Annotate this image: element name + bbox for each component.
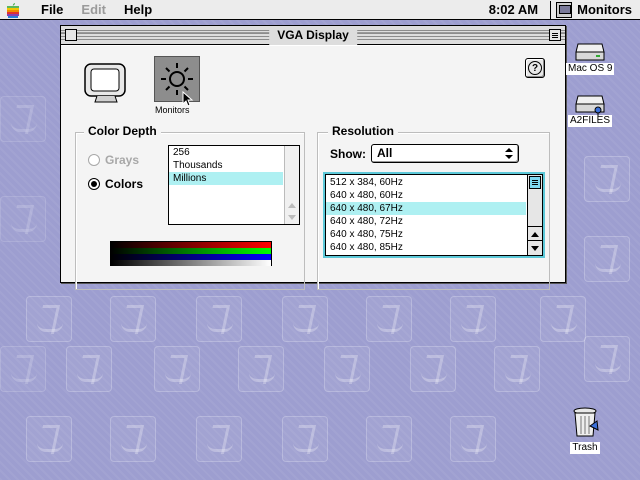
scroll-up-arrow-icon[interactable] [288, 203, 296, 208]
desktop-face-icon [450, 296, 496, 342]
desktop-icon-label: Trash [570, 442, 600, 454]
desktop-face-icon [282, 296, 328, 342]
menu-edit[interactable]: Edit [72, 0, 115, 20]
desktop-face-icon [110, 416, 156, 462]
hard-disk-icon [574, 40, 606, 62]
colors-radio[interactable]: Colors [88, 177, 143, 191]
application-menu-label: Monitors [577, 2, 632, 17]
desktop-face-icon [26, 416, 72, 462]
mouse-pointer-icon [182, 90, 194, 110]
menu-help[interactable]: Help [115, 0, 161, 20]
help-button[interactable]: ? [525, 58, 545, 78]
application-menu[interactable]: Monitors [550, 0, 640, 19]
list-item[interactable]: 256 [169, 146, 283, 159]
show-popup-value: All [377, 146, 393, 160]
help-question-icon: ? [528, 61, 542, 75]
list-item[interactable]: 640 x 480, 75Hz [326, 228, 526, 241]
trash-icon [570, 406, 600, 441]
list-item[interactable]: 640 x 480, 60Hz [326, 189, 526, 202]
resolution-scrollbar[interactable] [527, 175, 542, 255]
show-label: Show: [330, 147, 366, 161]
close-box[interactable] [65, 29, 77, 41]
desktop-face-icon [66, 346, 112, 392]
monitor-app-icon [556, 1, 573, 18]
scroll-up-arrow-icon[interactable] [531, 232, 539, 237]
desktop-face-icon [110, 296, 156, 342]
desktop-icon-macos9[interactable]: Mac OS 9 [566, 40, 615, 75]
grays-radio-label: Grays [105, 153, 140, 167]
desktop-icon-a2files[interactable]: A2FILES [568, 92, 613, 127]
menu-clock[interactable]: 8:02 AM [477, 2, 550, 17]
window-title-bar[interactable]: VGA Display [61, 26, 565, 45]
collapse-box[interactable] [549, 29, 561, 41]
vga-display-window: VGA Display Monitors ? Color Depth Grays… [60, 25, 566, 290]
color-depth-list[interactable]: 256 Thousands Millions [168, 145, 300, 225]
window-title: VGA Display [269, 26, 357, 45]
scroll-thumb[interactable] [529, 176, 541, 189]
desktop-face-icon [324, 346, 370, 392]
desktop-face-icon [584, 156, 630, 202]
network-disk-icon [574, 92, 606, 116]
color-depth-title: Color Depth [84, 124, 161, 138]
desktop-face-icon [366, 296, 412, 342]
desktop-face-icon [196, 296, 242, 342]
desktop-face-icon [450, 416, 496, 462]
desktop-face-icon [0, 96, 46, 142]
menu-file[interactable]: File [32, 0, 72, 20]
desktop-face-icon [196, 416, 242, 462]
desktop-icon-label: A2FILES [568, 115, 613, 127]
desktop-face-icon [410, 346, 456, 392]
list-item[interactable]: Millions [169, 172, 283, 185]
list-item[interactable]: Thousands [169, 159, 283, 172]
desktop-face-icon [584, 336, 630, 382]
desktop-face-icon [584, 236, 630, 282]
list-item[interactable]: 640 x 480, 72Hz [326, 215, 526, 228]
monitor-settings-icon[interactable] [83, 58, 129, 104]
resolution-title: Resolution [328, 124, 398, 138]
popup-arrows-icon [505, 148, 513, 159]
show-popup-menu[interactable]: All [371, 144, 519, 163]
scroll-down-arrow-icon[interactable] [288, 215, 296, 220]
resolution-list[interactable]: 512 x 384, 60Hz 640 x 480, 60Hz 640 x 48… [323, 172, 545, 258]
colors-radio-label: Colors [105, 177, 144, 191]
grays-radio[interactable]: Grays [88, 153, 139, 167]
color-depth-scrollbar[interactable] [284, 146, 299, 224]
list-item[interactable]: 640 x 480, 85Hz [326, 241, 526, 254]
radio-button-icon [88, 154, 100, 166]
list-item[interactable]: 640 x 480, 67Hz [326, 202, 526, 215]
list-item[interactable]: 512 x 384, 60Hz [326, 176, 526, 189]
desktop-icon-trash[interactable]: Trash [570, 406, 600, 454]
desktop-icon-label: Mac OS 9 [566, 63, 615, 75]
desktop-face-icon [0, 346, 46, 392]
desktop-face-icon [540, 296, 586, 342]
resolution-group: Resolution Show: All 512 x 384, 60Hz 640… [317, 124, 550, 290]
desktop: { "menubar": { "items": ["File", "Edit",… [0, 0, 640, 480]
desktop-face-icon [494, 346, 540, 392]
color-depth-group: Color Depth Grays Colors 256 Thousands M… [75, 124, 305, 290]
menu-bar: File Edit Help 8:02 AM Monitors [0, 0, 640, 20]
color-gradient-preview [110, 241, 272, 266]
desktop-face-icon [26, 296, 72, 342]
desktop-face-icon [282, 416, 328, 462]
desktop-face-icon [238, 346, 284, 392]
window-content: Monitors ? Color Depth Grays Colors 256 [61, 46, 565, 290]
apple-menu-icon[interactable] [6, 2, 22, 18]
desktop-face-icon [0, 196, 46, 242]
desktop-face-icon [366, 416, 412, 462]
desktop-face-icon [154, 346, 200, 392]
radio-button-icon [88, 178, 100, 190]
scroll-down-arrow-icon[interactable] [531, 246, 539, 251]
